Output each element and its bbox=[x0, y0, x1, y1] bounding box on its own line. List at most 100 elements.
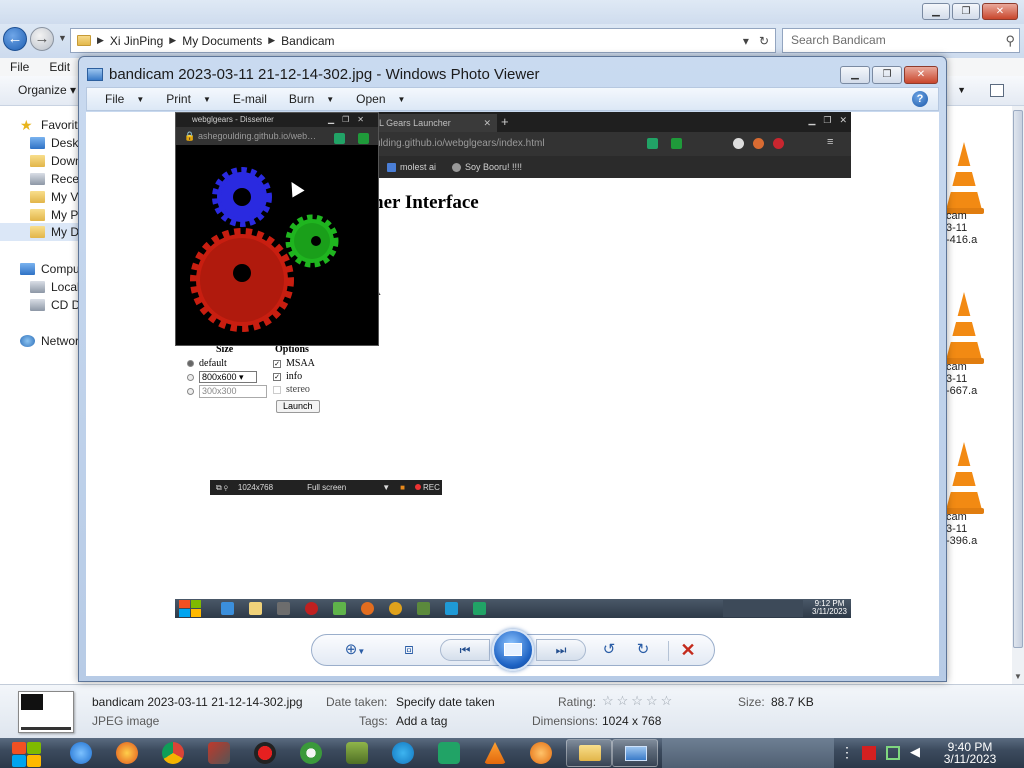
menu-print[interactable]: Print ▼ bbox=[166, 92, 211, 106]
file-name-line: 3-11 bbox=[946, 222, 968, 234]
nav-computer[interactable]: Computer bbox=[20, 260, 78, 278]
actual-size-button[interactable]: ⧈ bbox=[398, 639, 420, 661]
nav-cd-drive[interactable]: CD Drive bbox=[30, 296, 78, 314]
maximize-button[interactable]: ❐ bbox=[872, 66, 902, 84]
image-canvas[interactable]: L Gears Launcher ✕ + ▁ ❐ ✕ ulding.github.io… bbox=[86, 112, 939, 620]
flag-icon[interactable] bbox=[862, 746, 876, 760]
explorer-taskbar-button[interactable] bbox=[566, 739, 612, 767]
app-icon[interactable] bbox=[300, 742, 322, 764]
dimensions-label: Dimensions: bbox=[532, 714, 599, 728]
date-taken-label: Date taken: bbox=[326, 695, 388, 709]
menu-email[interactable]: E-mail bbox=[233, 92, 267, 106]
breadcrumb-item[interactable]: Xi JinPing bbox=[110, 34, 163, 48]
breadcrumb-item[interactable]: My Documents bbox=[182, 34, 262, 48]
nav-downloads[interactable]: Downloads bbox=[30, 152, 78, 170]
close-button[interactable]: ✕ bbox=[982, 3, 1018, 20]
maximize-button[interactable]: ❐ bbox=[952, 3, 980, 20]
skype-icon[interactable] bbox=[392, 742, 414, 764]
start-button[interactable] bbox=[8, 739, 44, 767]
volume-icon[interactable]: ◀ bbox=[910, 744, 924, 759]
recent-pages-dropdown[interactable]: ▼ bbox=[58, 33, 67, 43]
scrollbar-thumb[interactable] bbox=[1013, 110, 1023, 648]
tags-field[interactable]: Add a tag bbox=[396, 714, 447, 728]
photo-viewer-taskbar-button[interactable] bbox=[612, 739, 658, 767]
menu-file[interactable]: File bbox=[10, 58, 29, 76]
firefox-icon[interactable] bbox=[116, 742, 138, 764]
search-input[interactable]: Search Bandicam ⚲ bbox=[782, 28, 1020, 53]
nav-recent[interactable]: Recent Places bbox=[30, 170, 78, 188]
network-icon[interactable] bbox=[886, 746, 900, 760]
zoom-button[interactable]: ⊕▼ bbox=[338, 639, 372, 661]
file-list: cam 3-11 -416.a cam 3-11 -667.a cam 3-11… bbox=[946, 106, 1012, 684]
tool-icon[interactable] bbox=[208, 742, 230, 764]
rotate-left-button[interactable]: ↺ bbox=[598, 639, 620, 661]
breadcrumb-item[interactable]: Bandicam bbox=[281, 34, 334, 48]
rotate-right-button[interactable]: ↻ bbox=[632, 639, 654, 661]
chevron-down-icon: ▼ bbox=[357, 647, 366, 656]
nav-local-disk[interactable]: Local Disk bbox=[30, 278, 78, 296]
vertical-scrollbar[interactable]: ▼ bbox=[1012, 106, 1024, 684]
chevron-right-icon[interactable]: ▶ bbox=[169, 35, 176, 46]
date-taken-field[interactable]: Specify date taken bbox=[396, 695, 495, 709]
app-icon[interactable] bbox=[530, 742, 552, 764]
menu-file[interactable]: File ▼ bbox=[105, 92, 144, 106]
nav-favorites[interactable]: ★ Favorites bbox=[20, 116, 78, 134]
forward-button[interactable]: → bbox=[30, 27, 54, 51]
file-label[interactable]: cam 3-11 -416.a bbox=[946, 210, 977, 246]
app-icon[interactable] bbox=[438, 742, 460, 764]
photo-viewer-app-icon bbox=[87, 67, 103, 81]
bookmark-label: molest ai bbox=[400, 161, 437, 172]
chevron-right-icon[interactable]: ▶ bbox=[268, 35, 275, 46]
menu-edit[interactable]: Edit bbox=[49, 58, 70, 76]
more-options-icon[interactable]: ⋮ bbox=[840, 744, 854, 760]
internet-explorer-icon[interactable] bbox=[70, 742, 92, 764]
windows-logo-icon bbox=[179, 600, 201, 617]
option-info: ✓ info bbox=[273, 371, 303, 382]
help-icon[interactable]: ? bbox=[912, 91, 928, 107]
back-button[interactable]: ← bbox=[3, 27, 27, 51]
organize-button[interactable]: Organize ▾ bbox=[18, 83, 76, 97]
chevron-right-icon[interactable]: ▶ bbox=[97, 35, 104, 46]
preview-pane-icon[interactable] bbox=[990, 84, 1004, 97]
refresh-icon[interactable]: ↻ bbox=[759, 34, 769, 48]
nav-my-videos[interactable]: My Videos bbox=[30, 188, 78, 206]
rating-stars[interactable]: ☆☆☆☆☆ bbox=[602, 693, 675, 709]
nav-desktop[interactable]: Desktop bbox=[30, 134, 78, 152]
menu-open[interactable]: Open ▼ bbox=[356, 92, 405, 106]
next-button[interactable]: ⏭ bbox=[536, 639, 586, 661]
search-icon[interactable]: ⚲ bbox=[1005, 29, 1015, 52]
previous-button[interactable]: ⏮ bbox=[440, 639, 490, 661]
nav-my-pictures[interactable]: My Pictures bbox=[30, 206, 78, 224]
vlc-icon bbox=[946, 292, 982, 360]
app-icon[interactable] bbox=[346, 742, 368, 764]
close-button[interactable]: ✕ bbox=[904, 66, 938, 84]
displayed-screenshot: L Gears Launcher ✕ + ▁ ❐ ✕ ulding.github.io… bbox=[175, 112, 851, 618]
scroll-down-icon[interactable]: ▼ bbox=[1014, 672, 1022, 681]
extension-icon bbox=[647, 138, 658, 149]
chevron-down-icon: ▼ bbox=[136, 94, 145, 104]
nav-my-documents[interactable]: My Documents bbox=[0, 223, 78, 241]
delete-button[interactable]: ✕ bbox=[676, 639, 700, 661]
ie-icon bbox=[221, 602, 234, 615]
address-bar[interactable]: ▶ Xi JinPing ▶ My Documents ▶ Bandicam ▾… bbox=[70, 28, 776, 53]
minimize-button[interactable]: ▁ bbox=[922, 3, 950, 20]
bandicam-icon[interactable] bbox=[254, 742, 276, 764]
chevron-down-icon: ▼ bbox=[382, 483, 391, 492]
taskbar-clock[interactable]: 9:40 PM 3/11/2023 bbox=[930, 741, 1010, 765]
minimize-button[interactable]: ▁ bbox=[840, 66, 870, 84]
navigation-pane: ★ Favorites Desktop Downloads Recent Plac… bbox=[0, 106, 78, 684]
nav-label: My Pictures bbox=[51, 208, 78, 222]
inner-taskbar-icons bbox=[221, 602, 486, 615]
menu-burn[interactable]: Burn ▼ bbox=[289, 92, 334, 106]
radio-default bbox=[187, 360, 194, 368]
slideshow-button[interactable] bbox=[492, 629, 534, 671]
file-label[interactable]: cam 3-11 -396.a bbox=[946, 511, 977, 547]
nav-label: My Videos bbox=[51, 190, 78, 204]
address-dropdown-icon[interactable]: ▾ bbox=[743, 34, 749, 48]
vlc-icon[interactable] bbox=[484, 742, 506, 764]
view-dropdown-icon[interactable]: ▼ bbox=[957, 85, 966, 95]
nav-network[interactable]: Network bbox=[20, 332, 78, 350]
file-label[interactable]: cam 3-11 -667.a bbox=[946, 361, 977, 397]
checkbox-stereo bbox=[273, 385, 281, 394]
chrome-icon[interactable] bbox=[162, 742, 184, 764]
